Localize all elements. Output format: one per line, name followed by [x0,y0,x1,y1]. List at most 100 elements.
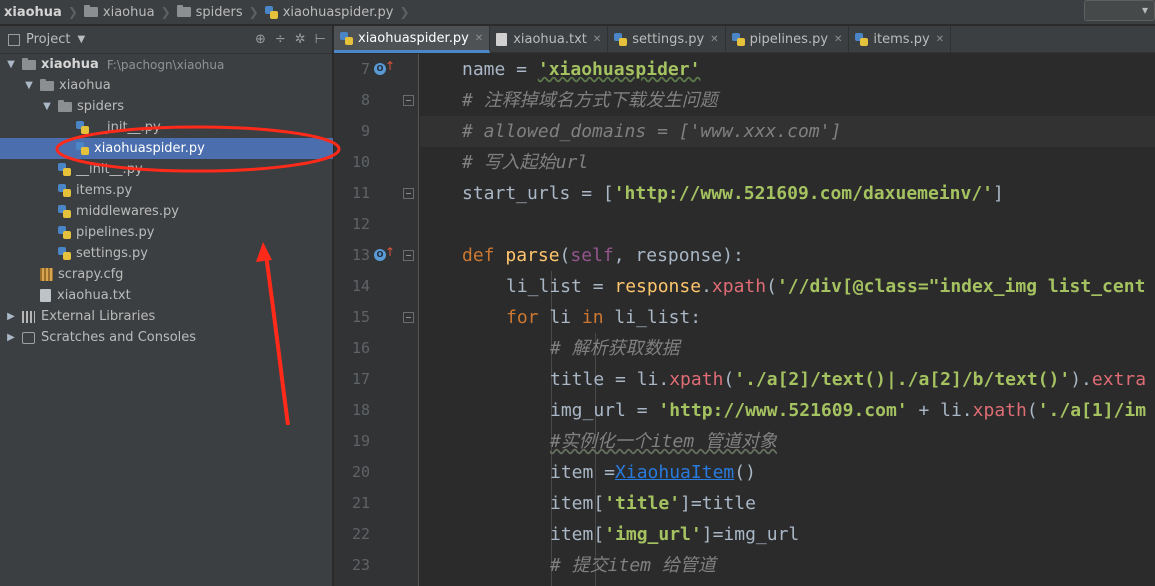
tree-item-items[interactable]: items.py [0,180,333,201]
close-icon[interactable]: ✕ [593,34,601,45]
override-method-icon[interactable]: O ↑ [374,245,395,262]
collapse-icon[interactable]: ÷ [275,32,286,47]
editor-gutter[interactable]: 7 8 9 10 11 12 13 14 15 16 17 18 19 20 2… [334,54,419,586]
hide-panel-icon[interactable]: ⊢ [315,32,326,47]
tab-settings[interactable]: settings.py ✕ [608,26,726,53]
project-view-icon [8,33,20,46]
code-editor[interactable]: 7 8 9 10 11 12 13 14 15 16 17 18 19 20 2… [334,54,1155,586]
code-token: + li. [907,400,973,421]
code-line-21: item['title']=title [550,488,756,519]
line-number: 9 [360,122,370,140]
tab-items[interactable]: items.py ✕ [849,26,952,53]
tree-item-label: settings.py [76,246,148,261]
breadcrumb-folder-xiaohua[interactable]: xiaohua [80,0,159,25]
chevron-right-icon[interactable]: ▶ [4,311,18,322]
tree-item-middlewares[interactable]: middlewares.py [0,201,333,222]
tab-pipelines[interactable]: pipelines.py ✕ [726,26,850,53]
fold-marker-icon[interactable] [403,188,414,199]
python-file-icon [58,205,71,218]
close-icon[interactable]: ✕ [710,34,718,45]
project-panel-title[interactable]: Project [26,32,70,47]
fold-marker-icon[interactable] [403,95,414,106]
code-token: title = li. [550,369,670,390]
line-number: 18 [351,401,370,419]
tree-item-settings[interactable]: settings.py [0,243,333,264]
tree-item-scratches[interactable]: ▶ Scratches and Consoles [0,327,333,348]
gear-icon[interactable]: ✲ [295,32,306,47]
code-token: parse [505,245,560,266]
code-line-13: def parse(self, response): [462,240,744,271]
tree-item-label: __init__.py [76,162,143,177]
code-comment: #实例化一个item 管道对象 [550,431,778,452]
code-comment: # 写入起始url [462,152,589,173]
tab-xiaohuaspider[interactable]: xiaohuaspider.py ✕ [334,26,491,53]
project-panel-header: Project ▼ ⊕ ÷ ✲ ⊢ [0,26,332,54]
chevron-down-icon[interactable]: ▼ [40,101,54,112]
config-file-icon [40,268,53,281]
code-line-15: for li in li_list: [506,302,701,333]
close-icon[interactable]: ✕ [475,33,483,44]
override-method-icon[interactable]: O ↑ [374,59,395,76]
close-icon[interactable]: ✕ [936,34,944,45]
chevron-down-icon[interactable]: ▼ [77,34,85,45]
breadcrumb-folder-spiders[interactable]: spiders [173,0,247,25]
code-line-17: title = li.xpath('./a[2]/text()|./a[2]/b… [550,364,1146,395]
python-file-icon [58,184,71,197]
tab-xiaohua-txt[interactable]: xiaohua.txt ✕ [490,26,609,53]
code-token: , response): [613,245,744,266]
line-number: 23 [351,556,370,574]
python-file-icon [76,121,89,134]
close-icon[interactable]: ✕ [834,34,842,45]
chevron-down-icon[interactable]: ▼ [22,80,36,91]
code-token: li_list = [506,276,615,297]
python-file-icon [731,33,745,46]
tree-item-package-init[interactable]: __init__.py [0,159,333,180]
tree-item-spiders-init[interactable]: __init__.py [0,117,333,138]
code-token[interactable]: XiaohuaItem [615,462,734,483]
tree-item-external-libraries[interactable]: ▶ External Libraries [0,306,333,327]
run-configuration-dropdown[interactable] [1084,0,1155,21]
tree-item-scrapy-cfg[interactable]: scrapy.cfg [0,264,333,285]
scratches-icon [22,331,35,344]
tree-item-label: External Libraries [41,309,156,324]
code-area[interactable]: name = 'xiaohuaspider' # 注释掉域名方式下载发生问题 #… [420,54,1155,586]
tree-item-xiaohuaspider[interactable]: xiaohuaspider.py [0,138,333,159]
breadcrumb-project[interactable]: xiaohua [0,0,66,25]
tree-item-label: __init__.py [94,120,161,135]
code-token: for [506,307,550,328]
code-token: . [701,276,712,297]
text-file-icon [40,289,51,302]
code-line-8: # 注释掉域名方式下载发生问题 [462,85,718,116]
code-token: ). [1070,369,1092,390]
tree-item-xiaohua-txt[interactable]: xiaohua.txt [0,285,333,306]
tree-item-label: xiaohua.txt [57,288,131,303]
tree-item-project-root[interactable]: ▼ xiaohua F:\pachogn\xiaohua [0,54,333,75]
tree-item-xiaohua-package[interactable]: ▼ xiaohua [0,75,333,96]
code-token: img_url = [550,400,659,421]
line-number: 16 [351,339,370,357]
code-token: li [549,307,582,328]
tree-item-pipelines[interactable]: pipelines.py [0,222,333,243]
tree-item-label: Scratches and Consoles [41,330,197,345]
fold-marker-icon[interactable] [403,250,414,261]
tab-label: xiaohua.txt [513,32,587,47]
code-token: () [734,462,756,483]
code-comment: # allowed_domains = ['www.xxx.com'] [462,121,842,142]
chevron-right-icon[interactable]: ▶ [4,332,18,343]
line-number: 11 [351,184,370,202]
code-token: ]=img_url [701,524,800,545]
python-file-icon [58,226,71,239]
python-file-icon [76,142,89,155]
locate-icon[interactable]: ⊕ [255,32,266,47]
code-token: ( [559,245,571,266]
chevron-down-icon[interactable]: ▼ [4,59,18,70]
tab-label: items.py [873,32,930,47]
tree-item-spiders-folder[interactable]: ▼ spiders [0,96,333,117]
code-line-22: item['img_url']=img_url [550,519,799,550]
line-number: 21 [351,494,370,512]
breadcrumb-file[interactable]: xiaohuaspider.py [261,0,398,25]
python-file-icon [264,5,278,19]
project-panel: Project ▼ ⊕ ÷ ✲ ⊢ ▼ xiaohua F:\pachogn\x… [0,26,333,586]
fold-marker-icon[interactable] [403,312,414,323]
line-number: 10 [351,153,370,171]
